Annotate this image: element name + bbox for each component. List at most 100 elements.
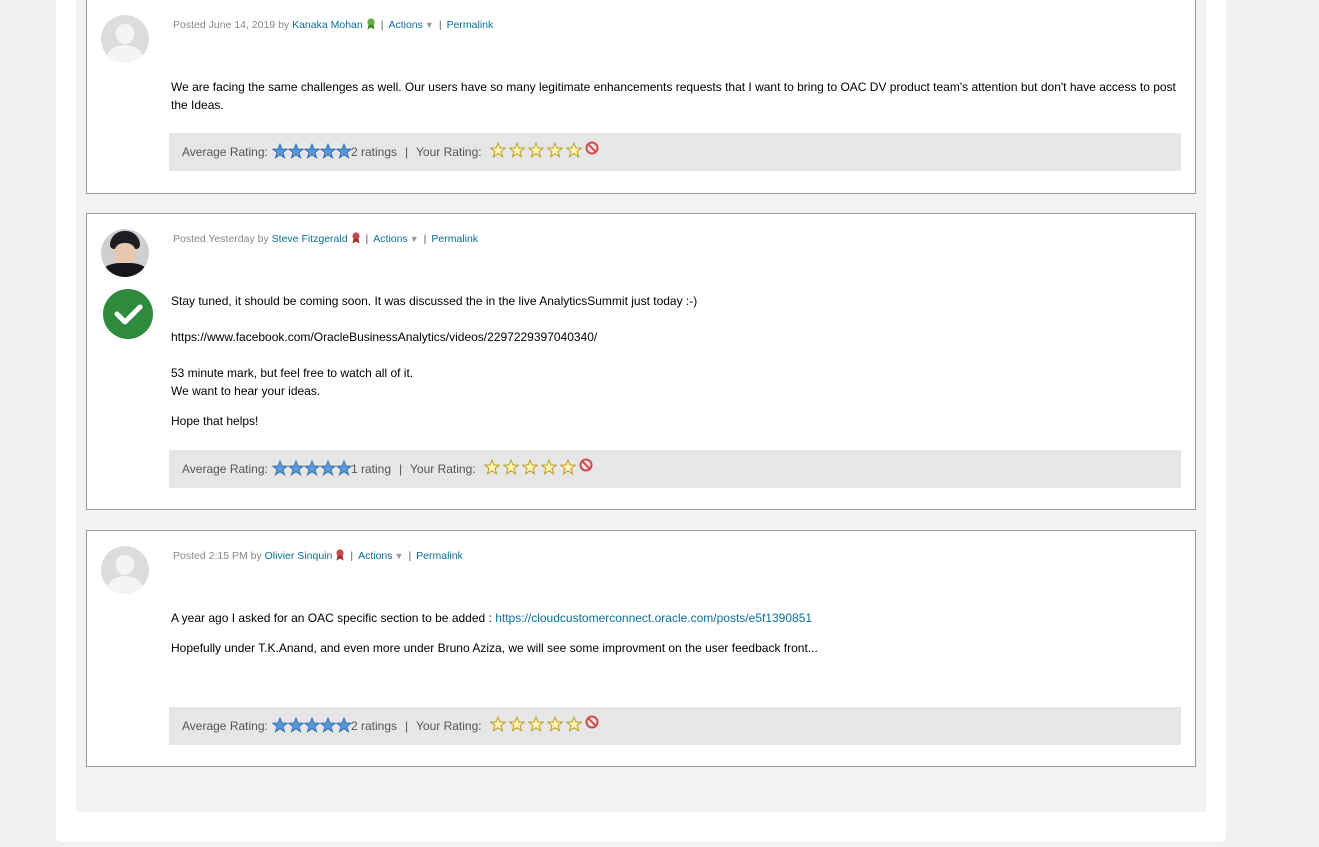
post-meta: Posted Yesterday by Steve Fitzgerald | Act…: [173, 232, 478, 245]
average-rating-stars: [272, 460, 352, 476]
ribbon-badge-icon: [336, 549, 344, 561]
author-link[interactable]: Olivier Sinquin: [265, 550, 333, 562]
permalink-link[interactable]: Permalink: [447, 19, 494, 31]
post-text: We are facing the same challenges as wel…: [171, 80, 1176, 112]
your-rating-stars[interactable]: [484, 458, 593, 475]
post-meta: Posted June 14, 2019 by Kanaka Mohan | Act…: [173, 18, 493, 31]
post-body: We are facing the same challenges as wel…: [171, 78, 1181, 114]
reply-post: Posted Yesterday by Steve Fitzgerald | Act…: [86, 213, 1196, 510]
actions-menu[interactable]: Actions ▼: [388, 19, 433, 31]
your-rating-label: Your Rating:: [416, 145, 482, 159]
star-icon: [272, 717, 288, 733]
star-icon[interactable]: [547, 142, 563, 158]
star-icon: [272, 143, 288, 159]
actions-menu[interactable]: Actions ▼: [358, 550, 403, 562]
rating-bar: Average Rating: 2 ratings | Your Rating:: [169, 707, 1181, 745]
star-icon[interactable]: [490, 716, 506, 732]
star-icon[interactable]: [522, 459, 538, 475]
average-rating-label: Average Rating:: [182, 719, 268, 733]
post-text: 53 minute mark, but feel free to watch a…: [171, 366, 414, 380]
average-rating-label: Average Rating:: [182, 145, 268, 159]
avatar[interactable]: [101, 546, 149, 594]
chevron-down-icon: ▼: [394, 551, 404, 561]
post-meta: Posted 2:15 PM by Olivier Sinquin | Action…: [173, 549, 463, 562]
rating-separator: |: [399, 462, 403, 476]
clear-rating-icon[interactable]: [579, 458, 593, 472]
your-rating-label: Your Rating:: [416, 719, 482, 733]
author-link[interactable]: Kanaka Mohan: [292, 19, 363, 31]
star-icon[interactable]: [566, 716, 582, 732]
star-icon[interactable]: [560, 459, 576, 475]
star-icon[interactable]: [503, 459, 519, 475]
post-body: A year ago I asked for an OAC specific s…: [171, 609, 1181, 657]
star-icon[interactable]: [547, 716, 563, 732]
star-icon[interactable]: [541, 459, 557, 475]
star-icon[interactable]: [528, 716, 544, 732]
average-rating-stars: [272, 143, 352, 159]
meta-separator: |: [438, 19, 442, 31]
clear-rating-icon[interactable]: [585, 715, 599, 729]
meta-separator: |: [423, 233, 427, 245]
post-text: https://www.facebook.com/OracleBusinessA…: [171, 330, 598, 344]
rating-separator: |: [405, 145, 409, 159]
star-icon[interactable]: [509, 716, 525, 732]
star-icon: [304, 143, 320, 159]
star-icon[interactable]: [509, 142, 525, 158]
star-icon: [336, 460, 352, 476]
star-icon: [320, 143, 336, 159]
your-rating-stars[interactable]: [490, 715, 599, 732]
meta-separator: |: [408, 550, 412, 562]
posted-date: Posted June 14, 2019 by: [173, 19, 290, 31]
ribbon-badge-icon: [367, 18, 375, 30]
star-icon: [304, 460, 320, 476]
permalink-link[interactable]: Permalink: [431, 233, 478, 245]
star-icon: [320, 717, 336, 733]
post-text: Hope that helps!: [171, 414, 259, 428]
star-icon[interactable]: [484, 459, 500, 475]
reply-post: Posted 2:15 PM by Olivier Sinquin | Action…: [86, 530, 1196, 767]
avatar[interactable]: [101, 229, 149, 277]
meta-separator: |: [365, 233, 369, 245]
clear-rating-icon[interactable]: [585, 141, 599, 155]
star-icon[interactable]: [490, 142, 506, 158]
actions-label: Actions: [388, 19, 423, 31]
post-text-span: A year ago I asked for an OAC specific s…: [171, 611, 496, 625]
rating-bar: Average Rating: 1 rating | Your Rating:: [169, 450, 1181, 488]
actions-menu[interactable]: Actions ▼: [373, 233, 418, 245]
avatar[interactable]: [101, 15, 149, 63]
chevron-down-icon: ▼: [409, 234, 419, 244]
rating-separator: |: [405, 719, 409, 733]
star-icon: [304, 717, 320, 733]
star-icon[interactable]: [566, 142, 582, 158]
star-icon: [272, 460, 288, 476]
star-icon: [320, 460, 336, 476]
posted-date: Posted 2:15 PM by: [173, 550, 262, 562]
star-icon[interactable]: [528, 142, 544, 158]
your-rating-stars[interactable]: [490, 141, 599, 158]
post-text: We want to hear your ideas.: [171, 384, 321, 398]
ribbon-badge-icon: [351, 232, 360, 244]
your-rating-label: Your Rating:: [410, 462, 476, 476]
average-rating-label: Average Rating:: [182, 462, 268, 476]
accepted-answer-icon: [103, 289, 153, 339]
posted-date: Posted Yesterday by: [173, 233, 269, 245]
author-link[interactable]: Steve Fitzgerald: [272, 233, 348, 245]
average-rating-stars: [272, 717, 352, 733]
check-icon: [114, 304, 143, 325]
meta-separator: |: [350, 550, 354, 562]
post-text: A year ago I asked for an OAC specific s…: [171, 609, 1181, 627]
rating-count: 2 ratings: [351, 719, 398, 733]
permalink-link[interactable]: Permalink: [416, 550, 463, 562]
rating-bar: Average Rating: 2 ratings | Your Rating:: [169, 133, 1181, 171]
post-link[interactable]: https://cloudcustomerconnect.oracle.com/…: [495, 611, 812, 625]
rating-count: 1 rating: [351, 462, 392, 476]
star-icon: [288, 460, 304, 476]
post-body: Stay tuned, it should be coming soon. It…: [171, 292, 1181, 430]
post-text: Stay tuned, it should be coming soon. It…: [171, 294, 698, 308]
chevron-down-icon: ▼: [424, 20, 434, 30]
actions-label: Actions: [358, 550, 393, 562]
reply-post: Posted June 14, 2019 by Kanaka Mohan | Act…: [86, 0, 1196, 194]
star-icon: [336, 143, 352, 159]
star-icon: [288, 143, 304, 159]
rating-count: 2 ratings: [351, 145, 398, 159]
